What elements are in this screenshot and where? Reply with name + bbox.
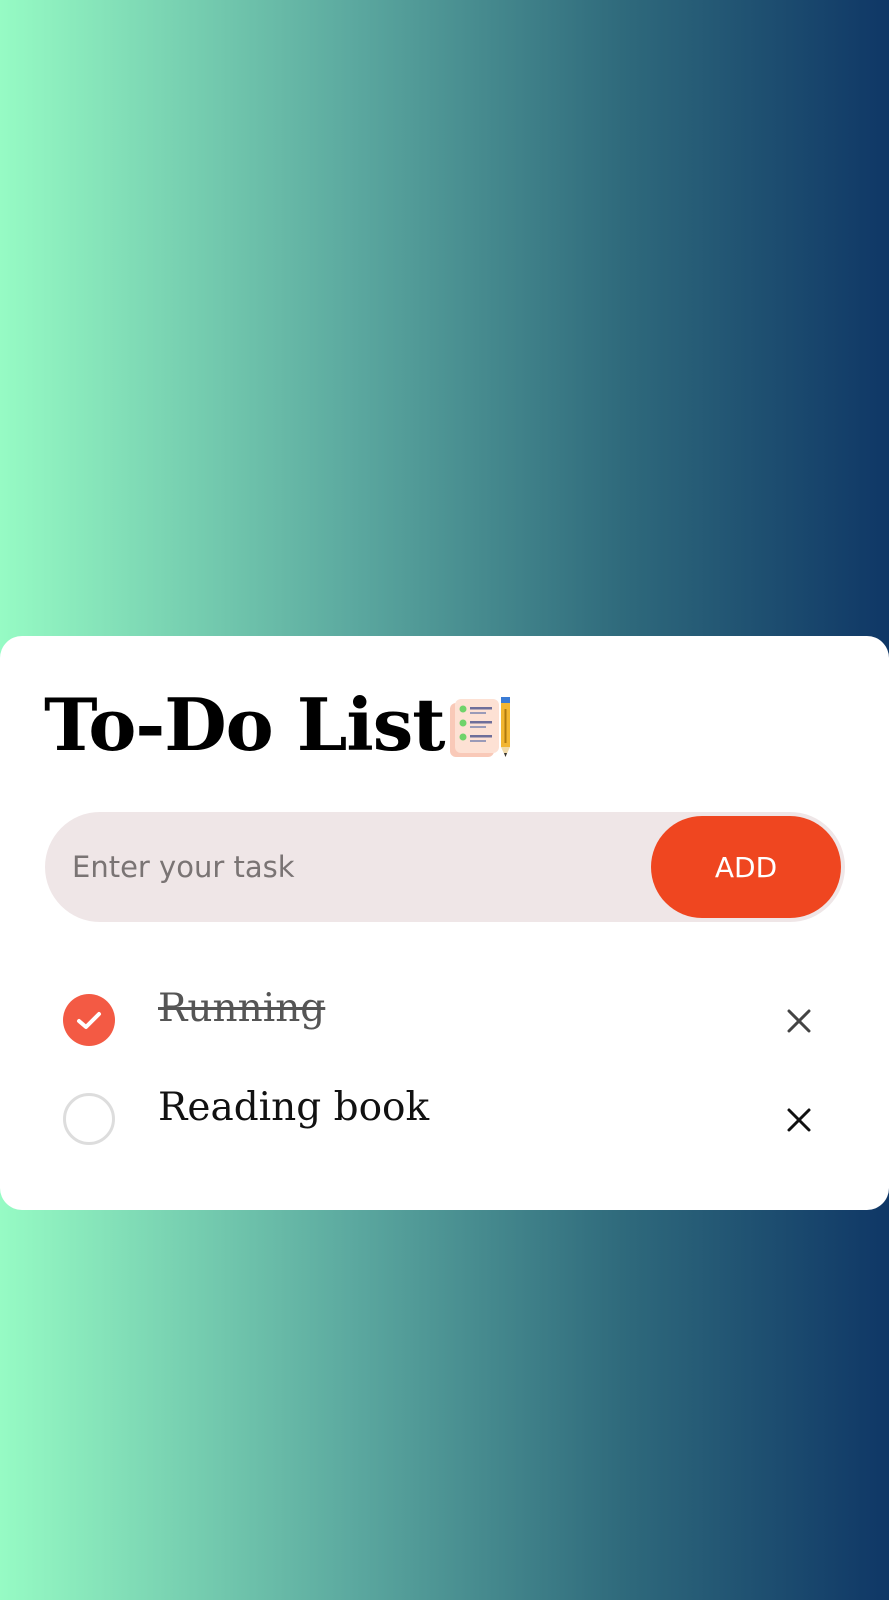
task-checkbox-checked[interactable] [63,994,115,1046]
list-item[interactable]: Reading book [0,1079,889,1159]
checkmark-icon [77,1012,101,1029]
checklist-pencil-icon [449,697,510,757]
task-label: Running [158,986,326,1031]
header: To-Do List [44,680,513,770]
list-item[interactable]: Running [0,980,889,1060]
task-label: Reading book [158,1085,430,1130]
close-icon[interactable] [778,1000,820,1042]
task-input[interactable] [72,812,672,922]
task-checkbox-unchecked[interactable] [63,1093,115,1145]
close-icon[interactable] [778,1099,820,1141]
add-button[interactable]: ADD [651,816,841,918]
task-input-bar: ADD [45,812,845,922]
page-title: To-Do List [44,682,446,767]
